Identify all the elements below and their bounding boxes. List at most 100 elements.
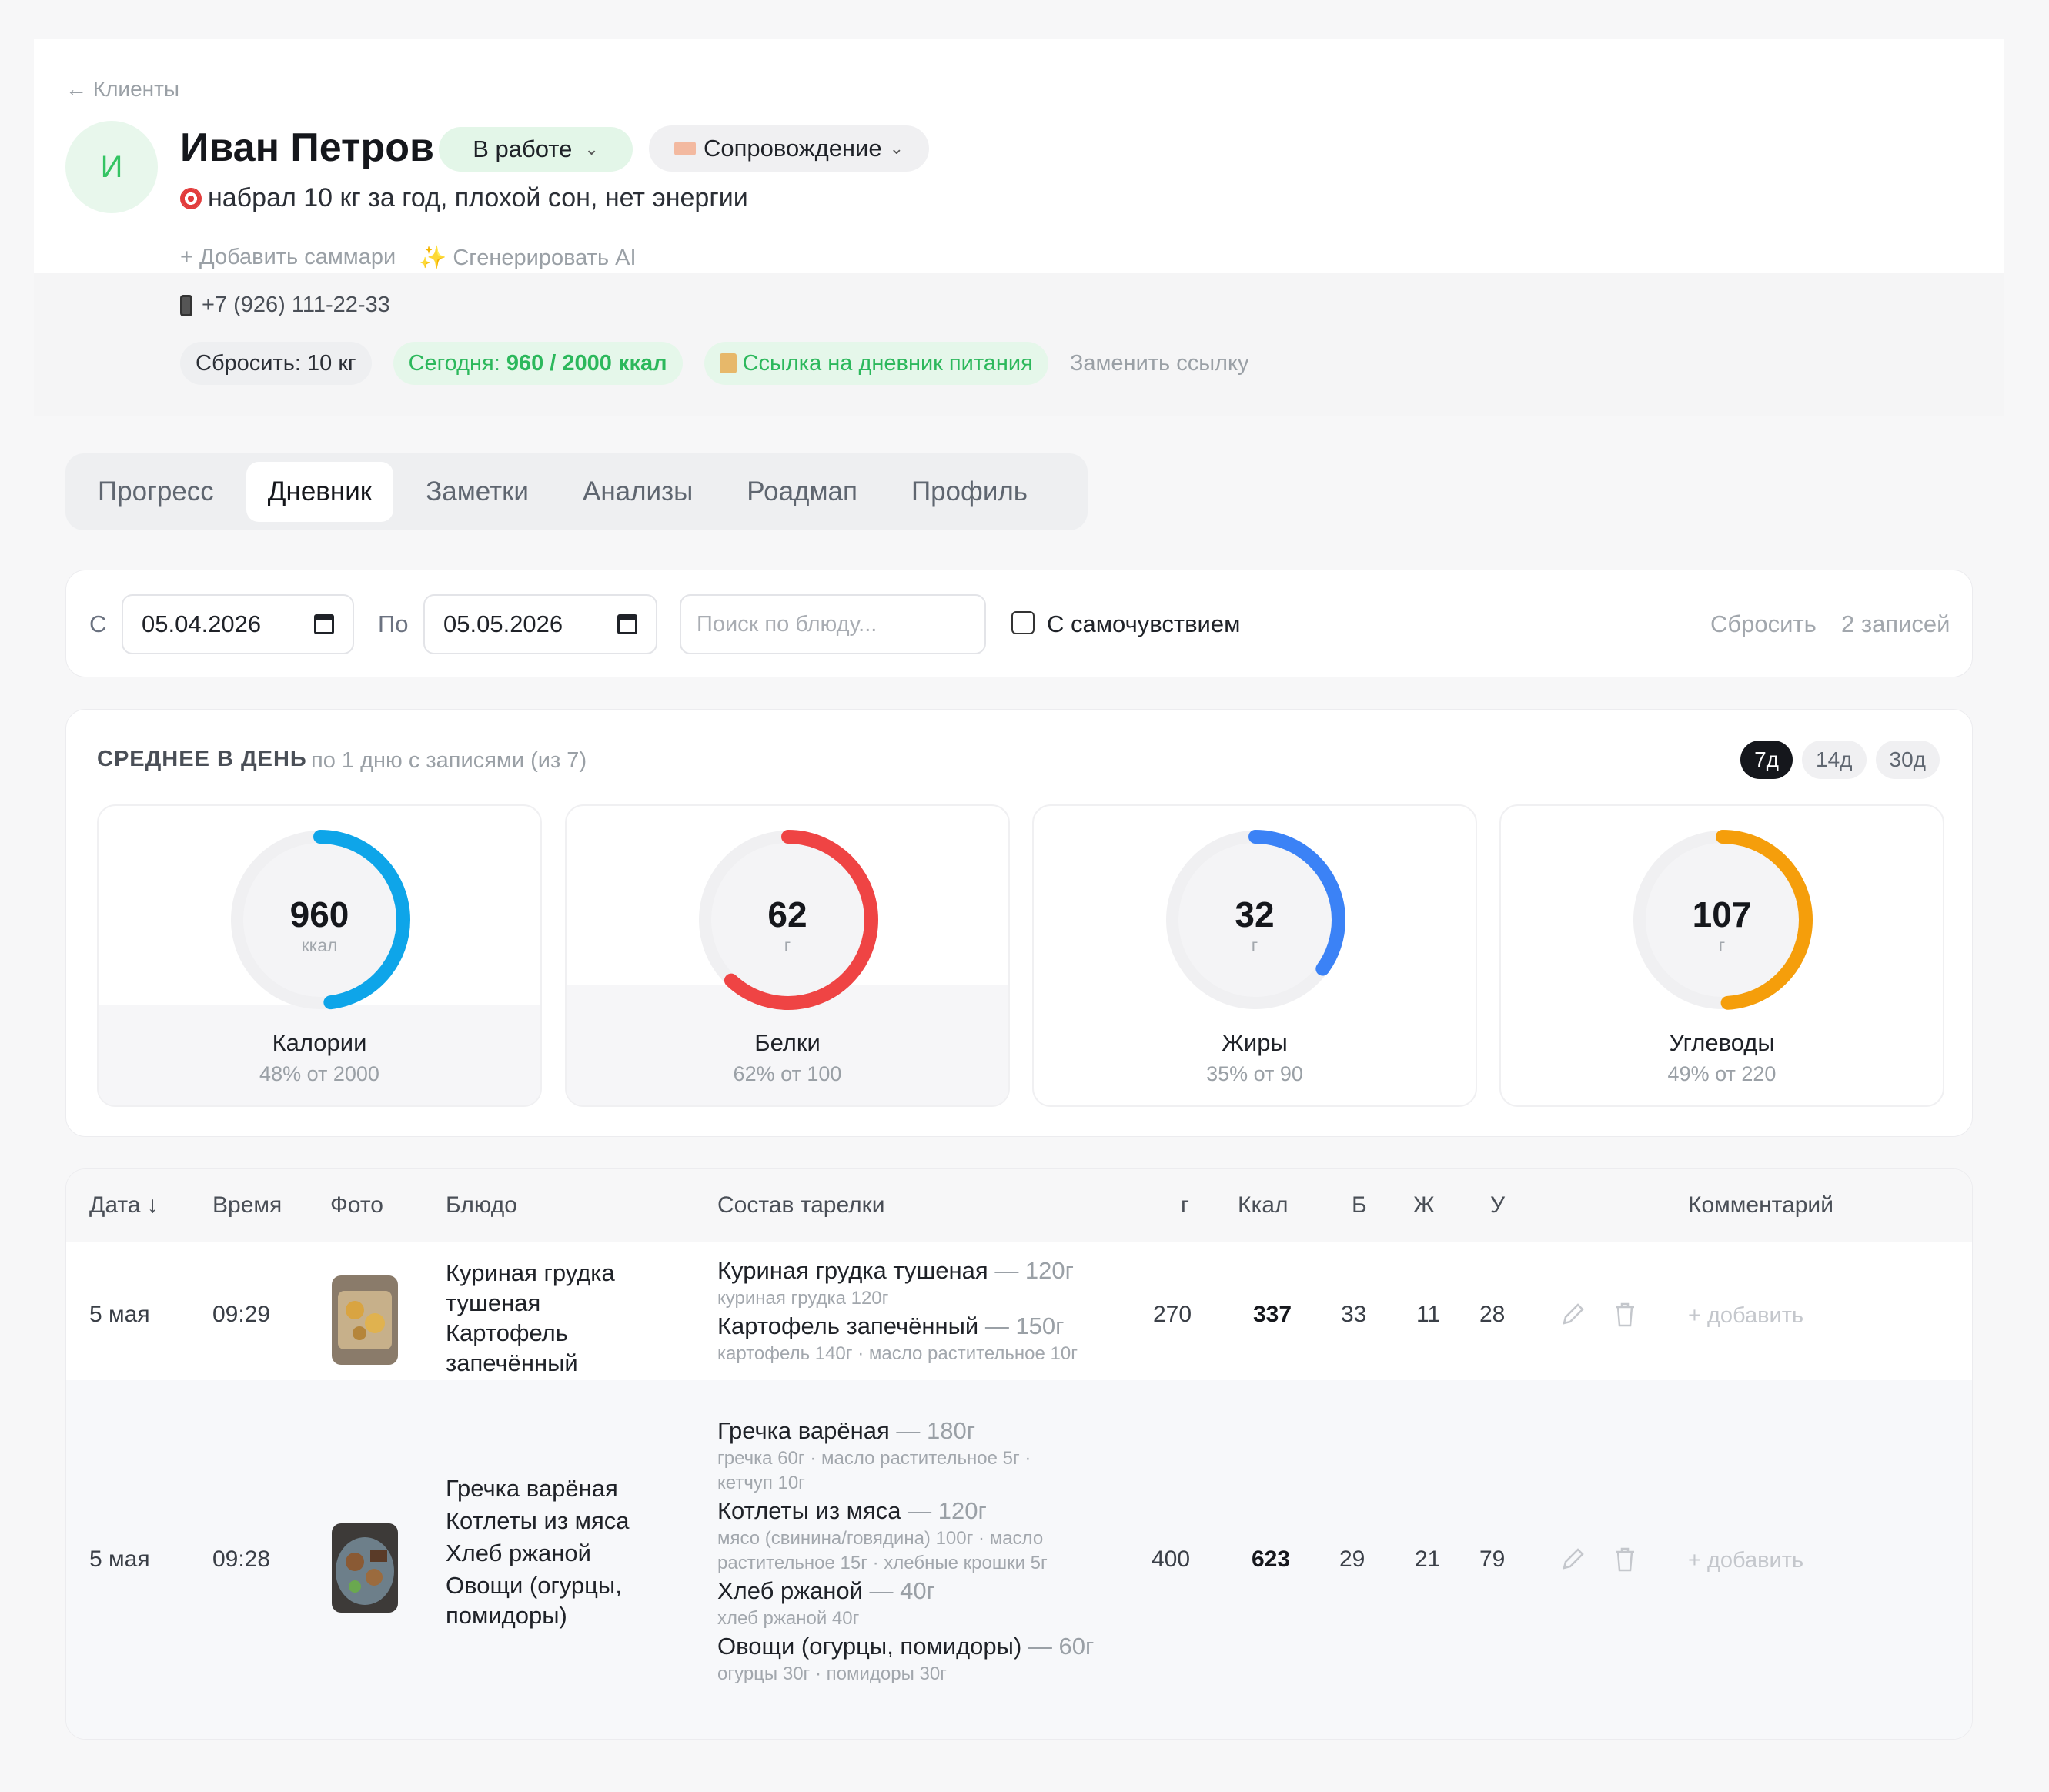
row-time: 09:28: [212, 1546, 271, 1572]
reset-filters-button[interactable]: Сбросить: [1710, 610, 1817, 638]
tab-roadmap[interactable]: Роадмап: [725, 462, 879, 522]
to-date-value: 05.05.2026: [443, 610, 563, 637]
plate-item: Овощи (огурцы, помидоры) — 60г: [717, 1631, 1094, 1662]
col-photo: Фото: [330, 1192, 383, 1218]
status-dropdown[interactable]: В работе ⌄: [439, 127, 633, 172]
tab-progress[interactable]: Прогресс: [76, 462, 236, 522]
row-fat: 21: [1415, 1546, 1441, 1572]
tab-notes[interactable]: Заметки: [404, 462, 550, 522]
col-date[interactable]: Дата ↓: [89, 1192, 159, 1219]
plate-item-name: Картофель запечённый: [717, 1312, 979, 1339]
to-date-input[interactable]: 05.05.2026: [423, 594, 657, 654]
row-time: 09:29: [212, 1302, 271, 1327]
plate-item-weight: — 120г: [908, 1497, 987, 1524]
protein-ring-card: 62 г Белки 62% от 100: [565, 804, 1010, 1107]
dish-line: Овощи (огурцы,: [446, 1572, 622, 1599]
plate-item: Хлеб ржаной — 40г: [717, 1576, 1094, 1606]
plate-item-weight: — 40г: [869, 1577, 935, 1604]
today-calories-chip: Сегодня: 960 / 2000 ккал: [393, 342, 683, 385]
macro-value: 32: [1235, 894, 1275, 934]
plate-composition: Куриная грудка тушеная — 120г куриная гр…: [717, 1255, 1078, 1366]
plate-item: Гречка варёная — 180г: [717, 1416, 1094, 1446]
table-row[interactable]: 5 мая 09:28 Гречка варёная Котлеты из мя…: [66, 1380, 1972, 1739]
chevron-down-icon: ⌄: [584, 139, 599, 159]
calendar-icon[interactable]: [314, 614, 334, 634]
to-label: По: [378, 610, 409, 637]
row-carbs: 28: [1479, 1302, 1506, 1327]
from-date-value: 05.04.2026: [142, 610, 262, 637]
plate-item: Картофель запечённый — 150г: [717, 1311, 1078, 1342]
delete-icon[interactable]: [1613, 1546, 1636, 1573]
macro-name: Жиры: [1222, 1029, 1288, 1056]
macro-unit: ккал: [301, 935, 338, 955]
dish-line: помидоры): [446, 1602, 567, 1629]
macro-percent: 49% от 220: [1667, 1062, 1777, 1085]
add-comment-button[interactable]: + добавить: [1688, 1303, 1803, 1329]
col-dish: Блюдо: [446, 1192, 517, 1218]
plate-item-detail: хлеб ржаной 40г: [717, 1608, 860, 1629]
wellbeing-label[interactable]: С самочувствием: [1047, 610, 1240, 638]
period-14d-button[interactable]: 14д: [1802, 741, 1867, 779]
col-carbs: У: [1490, 1192, 1506, 1218]
macro-percent: 48% от 2000: [259, 1062, 379, 1085]
macro-value: 62: [767, 894, 807, 934]
plate-item-detail: куриная грудка 120г: [717, 1288, 889, 1309]
dish-line: Хлеб ржаной: [446, 1540, 591, 1566]
back-to-clients-link[interactable]: ← Клиенты: [65, 77, 179, 102]
filters-bar: С 05.04.2026 По 05.05.2026 Поиск по блюд…: [65, 570, 1973, 677]
meal-photo-image: [332, 1523, 398, 1613]
plate-item-detail: гречка 60г · масло растительное 5г ·: [717, 1448, 1031, 1469]
dish-search-input[interactable]: Поиск по блюду...: [680, 594, 986, 654]
macro-name: Углеводы: [1669, 1029, 1775, 1056]
calories-ring-card: 960 ккал Калории 48% от 2000: [97, 804, 542, 1107]
dish-line: Котлеты из мяса: [446, 1507, 630, 1534]
from-label: С: [89, 610, 107, 637]
plate-composition: Гречка варёная — 180г гречка 60г · масло…: [717, 1416, 1094, 1687]
period-30d-button[interactable]: 30д: [1875, 741, 1940, 779]
status-label: В работе: [473, 135, 573, 162]
tabs: Прогресс Дневник Заметки Анализы Роадмап…: [65, 453, 1088, 530]
average-subtitle: по 1 дню с записями (из 7): [311, 748, 587, 773]
plate-item-name: Овощи (огурцы, помидоры): [717, 1633, 1022, 1660]
tab-profile[interactable]: Профиль: [890, 462, 1049, 522]
from-date-input[interactable]: 05.04.2026: [122, 594, 354, 654]
tab-diary[interactable]: Дневник: [246, 462, 394, 522]
meal-photo[interactable]: [332, 1523, 398, 1613]
col-protein: Б: [1352, 1192, 1367, 1218]
client-name: Иван Петров: [180, 125, 435, 170]
dish-names: Гречка варёная Котлеты из мяса Хлеб ржан…: [446, 1473, 630, 1630]
generate-ai-link[interactable]: ✨ Сгенерировать AI: [419, 245, 636, 271]
edit-icon[interactable]: [1559, 1302, 1586, 1328]
period-selector: 7д 14д 30д: [1740, 741, 1940, 779]
add-comment-button[interactable]: + добавить: [1688, 1548, 1803, 1573]
col-time: Время: [212, 1192, 282, 1218]
diary-link-chip[interactable]: Ссылка на дневник питания: [704, 342, 1048, 385]
meal-photo[interactable]: [332, 1275, 398, 1365]
calendar-icon[interactable]: [617, 614, 637, 634]
replace-link-button[interactable]: Заменить ссылку: [1070, 351, 1249, 376]
dish-line: Куриная грудка: [446, 1259, 615, 1286]
macro-percent: 35% от 90: [1206, 1062, 1303, 1085]
plate-item: Куриная грудка тушеная — 120г: [717, 1255, 1078, 1286]
macro-value: 107: [1692, 894, 1752, 934]
wellbeing-checkbox[interactable]: [1011, 611, 1035, 634]
row-kcal: 623: [1252, 1546, 1291, 1572]
plate-item-name: Гречка варёная: [717, 1417, 890, 1444]
average-title: СРЕДНЕЕ В ДЕНЬ: [97, 747, 307, 771]
row-protein: 33: [1341, 1302, 1367, 1327]
plate-item-name: Хлеб ржаной: [717, 1577, 863, 1604]
edit-icon[interactable]: [1559, 1546, 1586, 1573]
program-dropdown[interactable]: Сопровождение ⌄: [649, 125, 929, 172]
plate-item-detail: кетчуп 10г: [717, 1473, 805, 1493]
macro-unit: г: [784, 935, 791, 955]
add-summary-link[interactable]: + Добавить саммари: [180, 245, 396, 271]
phone-number: +7 (926) 111-22-33: [202, 293, 390, 317]
row-grams: 270: [1153, 1302, 1192, 1327]
period-7d-button[interactable]: 7д: [1740, 741, 1793, 779]
table-header: Дата ↓ Время Фото Блюдо Состав тарелки г…: [66, 1169, 1972, 1242]
table-row[interactable]: 5 мая 09:29 Куриная грудка тушеная Карто…: [66, 1242, 1972, 1380]
delete-icon[interactable]: [1613, 1302, 1636, 1328]
macro-unit: г: [1718, 935, 1726, 955]
program-label: Сопровождение: [703, 135, 882, 162]
tab-analyses[interactable]: Анализы: [561, 462, 714, 522]
